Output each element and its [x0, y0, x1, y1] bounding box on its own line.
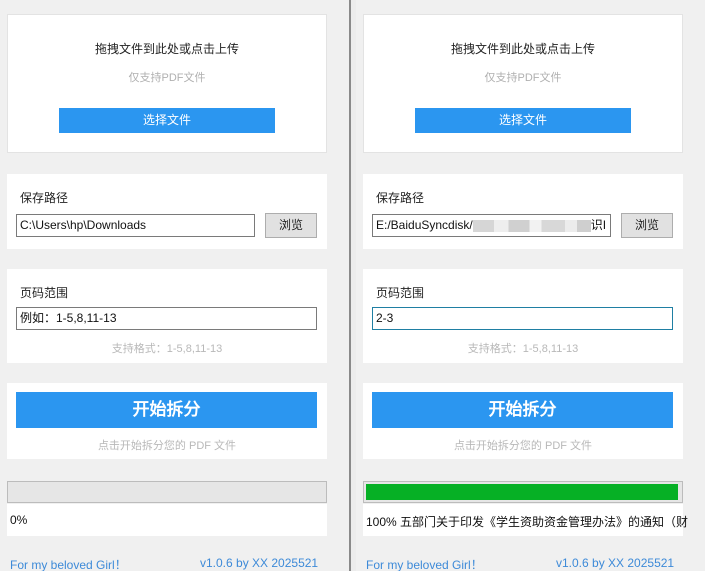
pane-left: 拖拽文件到此处或点击上传 仅支持PDF文件 选择文件 保存路径 C:\Users… — [0, 0, 349, 571]
browse-button[interactable]: 浏览 — [621, 213, 673, 238]
upload-dropzone[interactable]: 拖拽文件到此处或点击上传 仅支持PDF文件 选择文件 — [7, 14, 327, 153]
start-section: 开始拆分 点击开始拆分您的 PDF 文件 — [7, 383, 327, 459]
footer-version: v1.0.6 by XX 2025521 — [200, 556, 319, 570]
page-range-label: 页码范围 — [376, 286, 425, 300]
upload-dropzone[interactable]: 拖拽文件到此处或点击上传 仅支持PDF文件 选择文件 — [363, 14, 683, 153]
page-range-label: 页码范围 — [20, 286, 69, 300]
select-file-button[interactable]: 选择文件 — [415, 108, 631, 133]
status-text: 100% 五部门关于印发《学生资助资金管理办法》的通知（财 — [366, 515, 689, 529]
status-panel: 100% 五部门关于印发《学生资助资金管理办法》的通知（财 — [363, 504, 688, 536]
status-panel: 0% — [7, 504, 327, 536]
save-path-input[interactable]: E:/BaiduSyncdisk/识I — [372, 214, 611, 237]
select-file-button[interactable]: 选择文件 — [59, 108, 275, 133]
redacted-path-segment — [472, 219, 591, 232]
window-divider — [348, 0, 356, 571]
start-split-button[interactable]: 开始拆分 — [16, 392, 317, 428]
progress-bar — [363, 481, 683, 503]
start-split-button[interactable]: 开始拆分 — [372, 392, 673, 428]
save-path-label: 保存路径 — [20, 191, 69, 205]
save-path-input[interactable]: C:\Users\hp\Downloads — [16, 214, 255, 237]
start-hint: 点击开始拆分您的 PDF 文件 — [453, 440, 593, 452]
page-range-section: 页码范围 2-3 支持格式：1-5,8,11-13 — [363, 269, 683, 363]
save-path-suffix: 识I — [590, 218, 607, 232]
upload-title: 拖拽文件到此处或点击上传 — [94, 42, 239, 56]
page-range-format-hint: 支持格式：1-5,8,11-13 — [111, 343, 223, 355]
footer-tagline: For my beloved Girl！ — [366, 558, 483, 571]
start-hint: 点击开始拆分您的 PDF 文件 — [97, 440, 237, 452]
footer-tagline: For my beloved Girl！ — [10, 558, 127, 571]
save-path-value: C:\Users\hp\Downloads — [20, 218, 147, 232]
progress-bar — [7, 481, 327, 503]
footer-version: v1.0.6 by XX 2025521 — [556, 556, 675, 570]
status-text: 0% — [10, 513, 28, 527]
page-range-input[interactable]: 2-3 — [372, 307, 673, 330]
divider-line — [349, 0, 351, 571]
save-path-section: 保存路径 E:/BaiduSyncdisk/识I 浏览 — [363, 174, 683, 249]
save-path-label: 保存路径 — [376, 191, 425, 205]
progress-fill — [366, 484, 678, 500]
save-path-value: E:/BaiduSyncdisk/ — [376, 218, 473, 232]
start-section: 开始拆分 点击开始拆分您的 PDF 文件 — [363, 383, 683, 459]
page-range-input[interactable]: 例如：1-5,8,11-13 — [16, 307, 317, 330]
save-path-section: 保存路径 C:\Users\hp\Downloads 浏览 — [7, 174, 327, 249]
upload-title: 拖拽文件到此处或点击上传 — [450, 42, 595, 56]
browse-button[interactable]: 浏览 — [265, 213, 317, 238]
upload-hint: 仅支持PDF文件 — [128, 72, 206, 84]
pane-right: 拖拽文件到此处或点击上传 仅支持PDF文件 选择文件 保存路径 E:/Baidu… — [356, 0, 705, 571]
page-range-section: 页码范围 例如：1-5,8,11-13 支持格式：1-5,8,11-13 — [7, 269, 327, 363]
page-range-format-hint: 支持格式：1-5,8,11-13 — [467, 343, 579, 355]
upload-hint: 仅支持PDF文件 — [484, 72, 562, 84]
